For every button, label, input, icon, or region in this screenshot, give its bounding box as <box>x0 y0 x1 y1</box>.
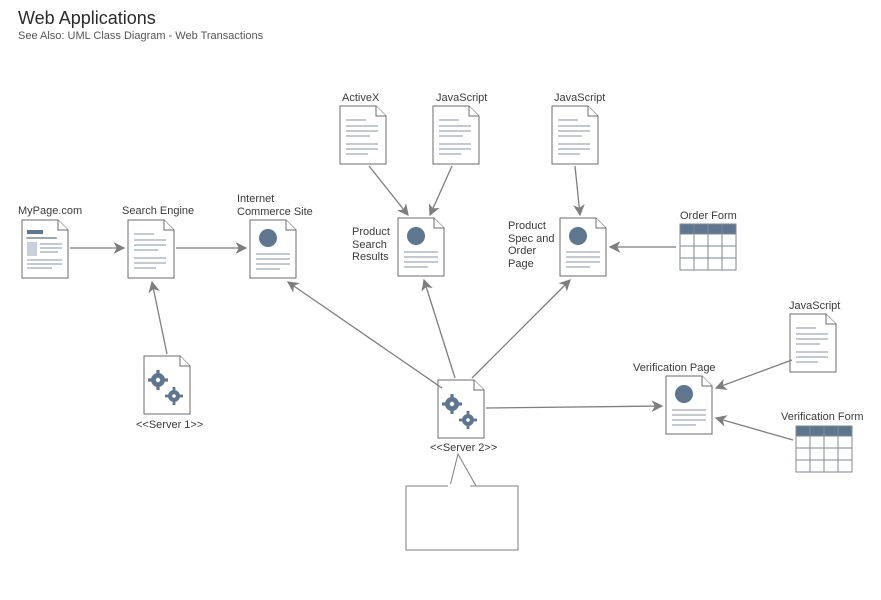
arrow-js3-to-verif <box>716 360 792 388</box>
node-js2 <box>552 106 598 164</box>
node-js1 <box>433 106 479 164</box>
node-server1 <box>144 356 190 414</box>
node-commerce <box>250 220 296 278</box>
arrow-server2-to-verif <box>486 406 662 408</box>
node-verification-form <box>796 426 852 472</box>
diagram-canvas: Web Applications See Also: UML Class Dia… <box>0 0 881 600</box>
diagram-svg <box>0 0 881 600</box>
arrow-activex-to-psearch <box>369 166 408 215</box>
node-mypage <box>22 220 68 278</box>
arrow-server2-to-commerce <box>288 282 442 388</box>
arrow-verifform-to-verif <box>716 418 793 440</box>
arrow-server2-to-psearch <box>424 280 455 378</box>
node-activex <box>340 106 386 164</box>
note-pointer <box>450 454 476 486</box>
arrow-server1-to-search <box>152 282 167 354</box>
node-product-search <box>398 218 444 276</box>
node-verification-page <box>666 376 712 434</box>
arrow-js2-to-pspec <box>575 166 580 215</box>
node-order-form <box>680 224 736 270</box>
node-js3 <box>790 314 836 372</box>
note-box <box>406 486 518 550</box>
node-product-spec <box>560 218 606 276</box>
arrow-server2-to-pspec <box>472 280 570 378</box>
node-search-engine <box>128 220 174 278</box>
node-server2 <box>438 380 484 438</box>
arrow-js1-to-psearch <box>430 166 452 215</box>
